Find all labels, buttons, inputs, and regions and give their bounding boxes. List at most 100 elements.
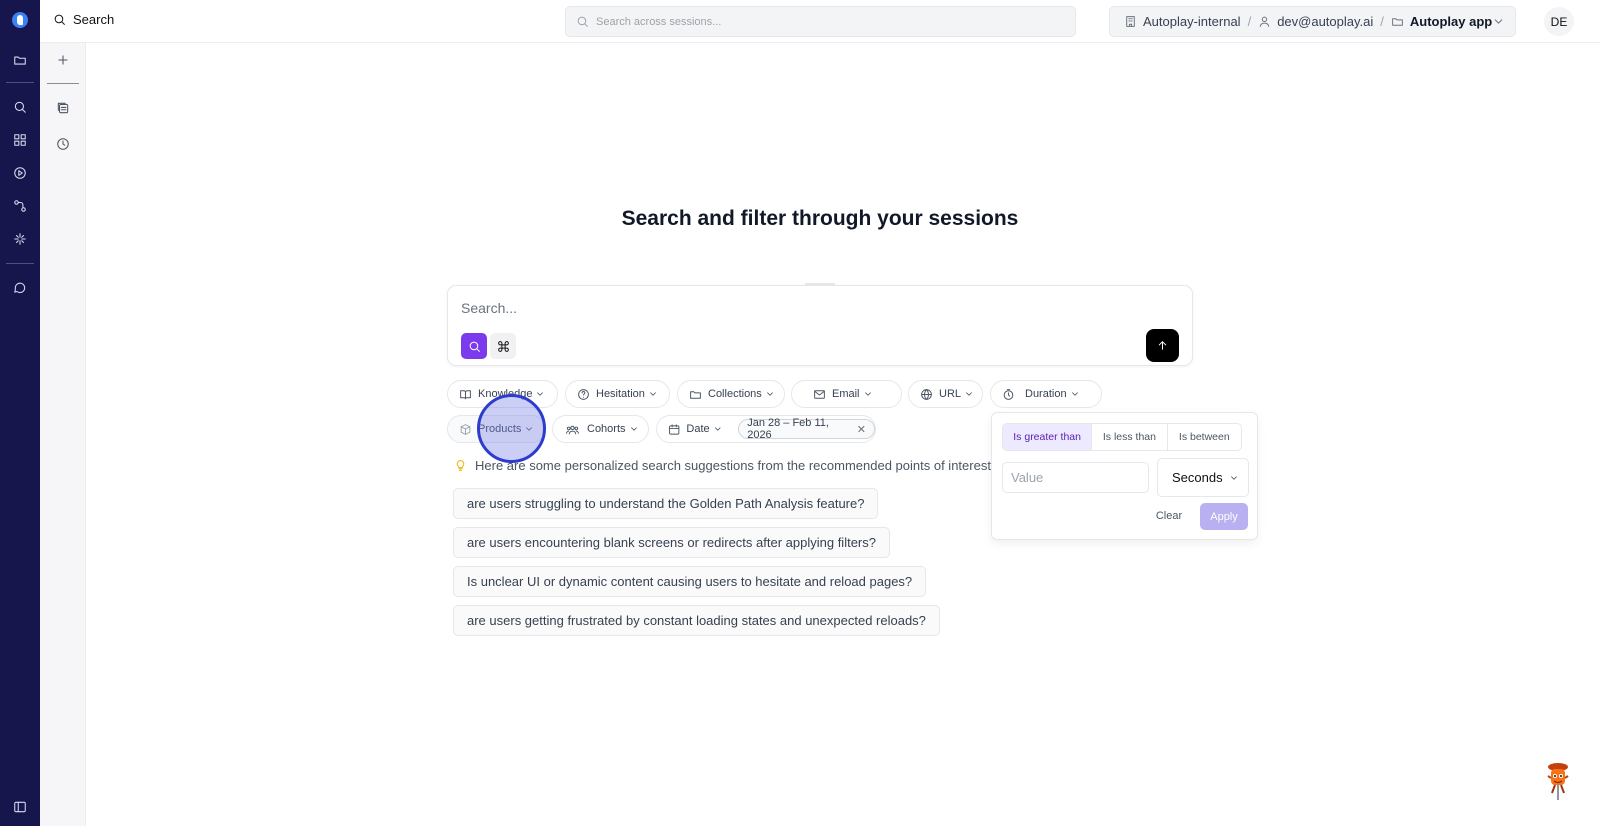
globe-icon [921,388,932,400]
breadcrumb-app[interactable]: Autoplay app [1391,14,1492,29]
filter-url[interactable]: URL [908,380,983,408]
new-search-plus-icon[interactable] [54,51,72,69]
filter-knowledge[interactable]: Knowledge [447,380,558,408]
breadcrumb-user-label: dev@autoplay.ai [1277,14,1374,29]
page-title: Search and filter through your sessions [621,207,1019,230]
breadcrumb-org-label: Autoplay-internal [1143,14,1241,29]
filter-knowledge-label: Knowledge [478,388,533,400]
duration-filter-popover: Is greater than Is less than Is between … [991,412,1258,540]
remove-date-close-icon[interactable]: ✕ [857,423,866,436]
duration-value-input[interactable] [1002,462,1149,493]
chevron-down-icon [630,427,637,431]
submit-search-button[interactable] [1146,329,1179,362]
filter-duration-label: Duration [1025,388,1067,400]
breadcrumb-separator: / [1380,14,1384,29]
duration-unit-value: Seconds [1172,470,1223,485]
filter-email-label: Email [832,388,860,400]
autoplay-logo-icon[interactable] [12,12,28,28]
secondary-sidebar [40,43,86,826]
suggestion-item[interactable]: are users struggling to understand the G… [453,488,879,519]
filter-email[interactable]: Email [791,380,902,408]
left-rail [0,0,40,826]
assistant-mascot-icon[interactable] [1544,762,1572,802]
calendar-icon [669,423,680,435]
lightbulb-icon [456,460,465,471]
apply-button[interactable]: Apply [1200,503,1248,530]
filter-products-label: Products [478,423,522,435]
building-icon [1126,16,1135,27]
filter-date[interactable]: Date Jan 28 – Feb 11, 2026 ✕ [656,415,876,443]
folder-icon [690,390,701,399]
filter-cohorts-label: Cohorts [587,423,626,435]
operator-between[interactable]: Is between [1166,424,1241,450]
chevron-down-icon [864,392,871,396]
global-search-bar[interactable] [565,6,1076,37]
filter-cohorts[interactable]: Cohorts [552,415,649,443]
top-header: Search Autoplay-internal / dev@autoplay.… [40,0,1600,43]
suggestion-item[interactable]: are users getting frustrated by constant… [453,605,940,636]
chevron-down-icon [766,392,773,396]
chevron-down-icon[interactable] [1492,15,1505,28]
search-icon [54,14,65,25]
page-header-title: Search [53,12,114,27]
breadcrumb-user[interactable]: dev@autoplay.ai [1258,14,1373,29]
chevron-down-icon [714,427,721,431]
chevron-down-icon [537,392,544,396]
duration-operator-selector: Is greater than Is less than Is between [1002,423,1242,451]
sidebar-toggle-icon[interactable] [11,798,29,816]
breadcrumb-app-label: Autoplay app [1409,14,1493,29]
global-search-input[interactable] [596,15,1016,28]
chevron-down-icon [1230,475,1237,480]
suggestion-item[interactable]: Is unclear UI or dynamic content causing… [453,566,927,597]
avatar[interactable]: DE [1544,7,1574,36]
chevron-down-icon [1071,392,1078,396]
duration-unit-select[interactable]: Seconds [1157,458,1249,497]
saved-searches-icon[interactable] [54,99,72,117]
search-icon[interactable] [11,98,29,116]
clear-button[interactable]: Clear [1152,504,1186,528]
folder-icon[interactable] [11,51,29,69]
operator-greater-than[interactable]: Is greater than [1003,424,1092,450]
user-icon [1259,16,1270,27]
breadcrumb-separator: / [1247,14,1252,29]
chevron-down-icon [650,392,656,396]
suggestion-item[interactable]: are users encountering blank screens or … [453,527,890,558]
filter-collections-label: Collections [708,388,762,400]
question-circle-icon [578,388,589,400]
search-icon [577,16,588,27]
session-search-box [447,285,1193,366]
chat-icon[interactable] [11,279,29,297]
session-search-input[interactable] [461,300,1101,322]
suggestions-heading-text: Here are some personalized search sugges… [475,458,1012,473]
search-mode-button[interactable] [461,333,487,359]
suggestions-heading: Here are some personalized search sugges… [454,458,1011,473]
workspace-breadcrumb[interactable]: Autoplay-internal / dev@autoplay.ai / Au… [1109,6,1516,37]
filter-hesitation[interactable]: Hesitation [565,380,670,408]
book-open-icon [460,389,471,399]
history-clock-icon[interactable] [54,135,72,153]
sidebar-divider [47,83,79,84]
filter-products[interactable]: Products [447,415,546,443]
breadcrumb-org[interactable]: Autoplay-internal [1124,14,1241,29]
package-icon [460,423,471,435]
timer-icon [1003,388,1014,400]
filter-hesitation-label: Hesitation [596,388,645,400]
arrow-up-icon [1158,341,1167,350]
filter-mode-button[interactable] [490,333,516,359]
users-group-icon [566,425,579,434]
filter-date-label: Date [686,423,710,435]
header-title-label: Search [73,12,115,27]
search-icon [469,341,480,352]
filter-url-label: URL [939,388,962,400]
operator-less-than[interactable]: Is less than [1091,424,1166,450]
filter-collections[interactable]: Collections [677,380,785,408]
date-range-tag: Jan 28 – Feb 11, 2026 ✕ [738,417,875,441]
filter-duration[interactable]: Duration [990,380,1102,408]
folder-open-icon [1392,18,1403,26]
play-icon[interactable] [11,164,29,182]
chevron-down-icon [526,427,533,431]
command-icon [497,340,509,352]
rail-divider [6,263,34,264]
dashboard-icon[interactable] [11,131,29,149]
sparkle-icon[interactable] [11,230,29,248]
